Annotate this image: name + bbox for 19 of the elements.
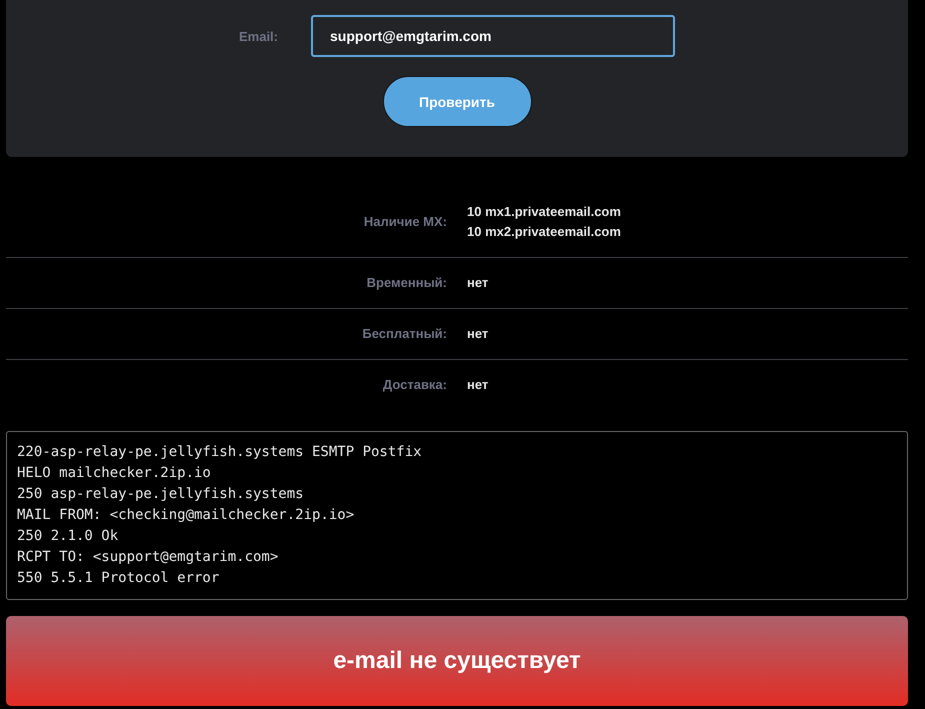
log-line: 550 5.5.1 Protocol error	[17, 569, 220, 588]
field-label: Наличие MX:	[364, 213, 447, 231]
field-value: 10 mx2.privateemail.com	[467, 223, 621, 241]
email-label: Email:	[238, 28, 278, 44]
field-value: 10 mx1.privateemail.com	[467, 203, 621, 221]
field-value: нет	[467, 376, 488, 394]
log-line: 220-asp-relay-pe.jellyfish.systems ESMTP Postfix	[17, 443, 422, 462]
log-line: HELO mailchecker.2ip.io	[17, 464, 211, 483]
log-line: 250 2.1.0 Ok	[17, 527, 118, 546]
result-banner: e-mail не существует	[6, 616, 908, 706]
email-input[interactable]: support@emgtarim.com	[311, 15, 675, 57]
field-label: Доставка:	[382, 376, 447, 394]
log-line: 250 asp-relay-pe.jellyfish.systems	[17, 485, 304, 504]
field-label: Временный:	[366, 274, 447, 292]
field-value: нет	[467, 325, 488, 343]
log-line: MAIL FROM: <checking@mailchecker.2ip.io>	[17, 506, 354, 525]
log-line: RCPT TO: <support@emgtarim.com>	[17, 548, 278, 567]
field-value: нет	[467, 274, 488, 292]
field-label: Бесплатный:	[362, 325, 447, 343]
